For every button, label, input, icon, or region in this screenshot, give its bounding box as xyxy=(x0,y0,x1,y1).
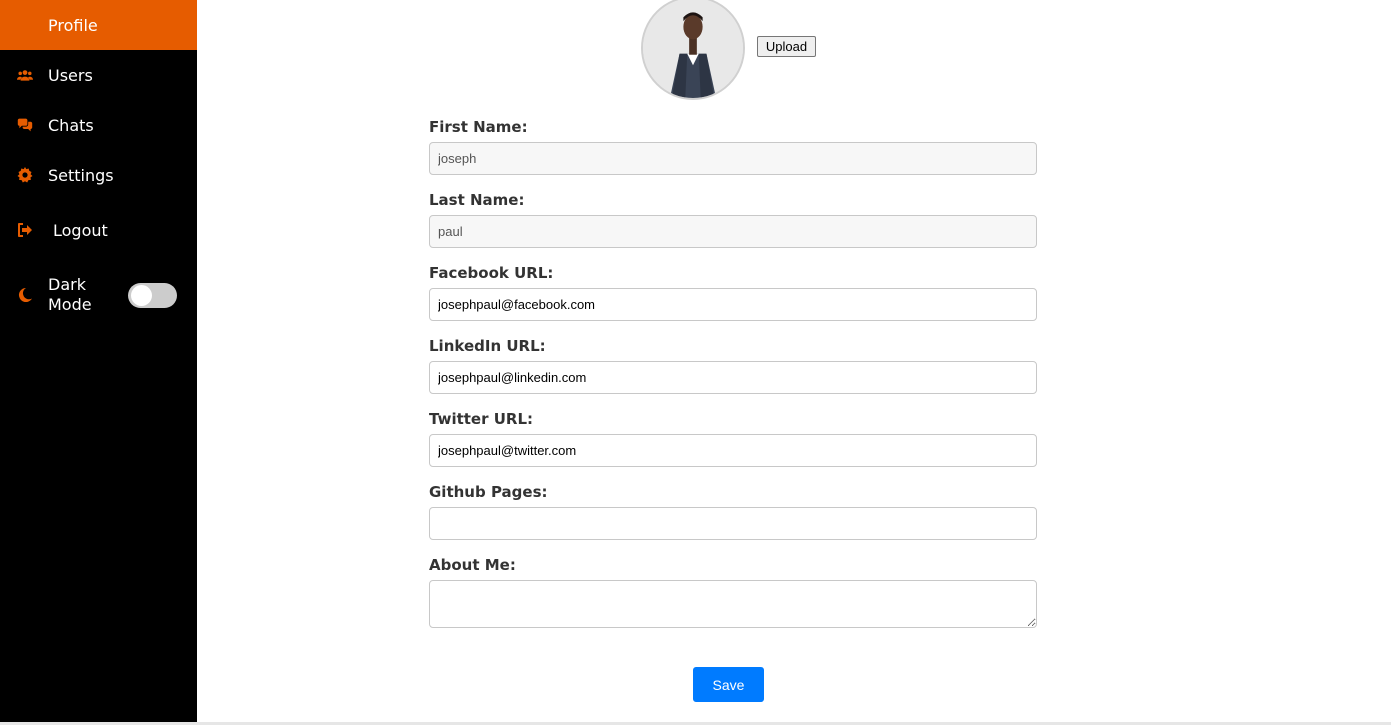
toggle-knob xyxy=(131,285,152,306)
about-me-label: About Me: xyxy=(429,556,516,574)
app: Profile Users Chats Settings Logout Dark… xyxy=(0,0,1391,725)
last-name-label: Last Name: xyxy=(429,191,525,209)
gear-icon xyxy=(17,167,33,183)
twitter-url-field[interactable] xyxy=(429,434,1037,467)
sidebar-item-users[interactable]: Users xyxy=(0,50,197,100)
sidebar-item-label: Users xyxy=(48,65,93,85)
chats-icon xyxy=(17,117,33,133)
users-icon xyxy=(17,67,33,83)
sidebar-item-chats[interactable]: Chats xyxy=(0,100,197,150)
avatar xyxy=(641,0,745,100)
github-pages-field[interactable] xyxy=(429,507,1037,540)
dark-mode-label: Dark Mode xyxy=(48,275,92,314)
linkedin-url-field[interactable] xyxy=(429,361,1037,394)
first-name-label: First Name: xyxy=(429,118,528,136)
sidebar-item-label: Profile xyxy=(48,15,98,35)
save-button[interactable]: Save xyxy=(693,667,764,702)
moon-icon xyxy=(17,287,33,303)
first-name-field[interactable] xyxy=(429,142,1037,175)
dark-mode-toggle[interactable] xyxy=(128,283,177,308)
sidebar-item-label: Chats xyxy=(48,115,94,135)
logout-icon xyxy=(17,222,33,238)
sidebar-item-logout[interactable]: Logout xyxy=(0,205,197,255)
linkedin-url-label: LinkedIn URL: xyxy=(429,337,546,355)
sidebar-item-profile[interactable]: Profile xyxy=(0,0,197,50)
sidebar-item-label: Logout xyxy=(53,220,108,240)
dark-mode-row: Dark Mode xyxy=(0,272,197,320)
twitter-url-label: Twitter URL: xyxy=(429,410,534,428)
profile-photo xyxy=(643,0,743,98)
facebook-url-field[interactable] xyxy=(429,288,1037,321)
sidebar-item-settings[interactable]: Settings xyxy=(0,150,197,200)
sidebar: Profile Users Chats Settings Logout Dark… xyxy=(0,0,197,722)
github-pages-label: Github Pages: xyxy=(429,483,548,501)
sidebar-item-label: Settings xyxy=(48,165,114,185)
facebook-url-label: Facebook URL: xyxy=(429,264,554,282)
upload-button[interactable]: Upload xyxy=(757,36,816,57)
about-me-textarea[interactable] xyxy=(429,580,1037,628)
last-name-field[interactable] xyxy=(429,215,1037,248)
